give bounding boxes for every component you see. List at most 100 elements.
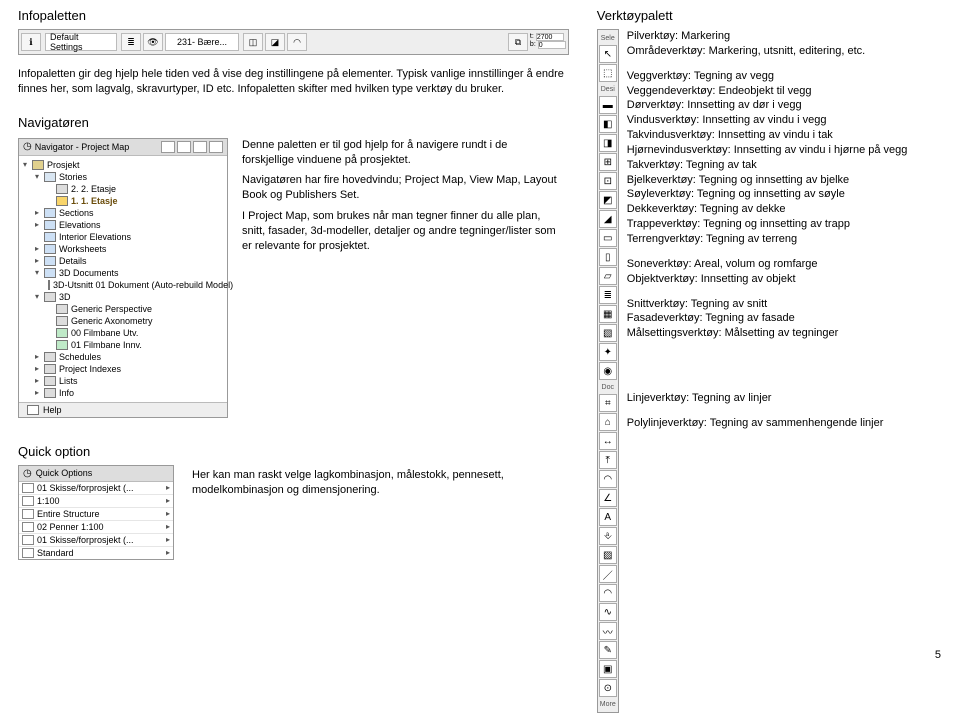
tree-item[interactable]: Project Indexes [21,363,225,375]
tree-caret-icon[interactable] [33,376,41,385]
tree-caret-icon[interactable] [33,172,41,181]
tree-node-label: Worksheets [59,244,106,254]
tree-caret-icon[interactable] [33,256,41,265]
mesh-tool-icon[interactable]: ▦ [599,305,617,323]
tree-item[interactable]: Info [21,387,225,399]
layer-select[interactable]: 231- Bære... [165,33,239,51]
arc-tool-icon[interactable]: ◠ [599,584,617,602]
stair-tool-icon[interactable]: ≣ [599,286,617,304]
elevation-tool-icon[interactable]: ⌂ [599,413,617,431]
info-icon[interactable]: ℹ [21,33,41,51]
draw-tool-icon[interactable]: ✎ [599,641,617,659]
tree-item[interactable]: 3D Documents [21,267,225,279]
nav-tab-publisher-icon[interactable] [209,141,223,153]
navigator-panel-title: Navigator - Project Map [32,142,161,152]
dimension-tool-icon[interactable]: ↔ [599,432,617,450]
tree-node-label: 1. 1. Etasje [71,196,118,206]
column-tool-icon[interactable]: ▯ [599,248,617,266]
tree-caret-icon[interactable] [21,160,29,169]
tree-item[interactable]: Schedules [21,351,225,363]
beam-tool-icon[interactable]: ▭ [599,229,617,247]
tree-item[interactable]: Interior Elevations [21,231,225,243]
tree-item[interactable]: Sections [21,207,225,219]
nav-tab-viewmap-icon[interactable] [177,141,191,153]
label-tool-icon[interactable]: ⎀ [599,527,617,545]
door-tool-icon[interactable]: ◨ [599,134,617,152]
arrow-tool-icon[interactable]: ↖ [599,45,617,63]
hot-tool-icon[interactable]: ⊙ [599,679,617,697]
default-settings-label[interactable]: Default Settings [45,33,117,51]
section-tool-icon[interactable]: ⌗ [599,394,617,412]
object-tool-icon[interactable]: ✦ [599,343,617,361]
fig-tool-icon[interactable]: ▣ [599,660,617,678]
tree-caret-icon[interactable] [33,220,41,229]
lamp-tool-icon[interactable]: ◉ [599,362,617,380]
spline-tool-icon[interactable]: 〰 [599,622,617,640]
arc-icon[interactable]: ◠ [287,33,307,51]
text-tool-icon[interactable]: A [599,508,617,526]
nav-help-label[interactable]: Help [43,405,62,415]
tree-caret-icon[interactable] [33,364,41,373]
level-tool-icon[interactable]: ⤒ [599,451,617,469]
quick-option-row[interactable]: 01 Skisse/forprosjekt (...▸ [19,534,173,547]
tree-item[interactable]: Worksheets [21,243,225,255]
tree-item[interactable]: 2. 2. Etasje [21,183,225,195]
tree-item[interactable]: Prosjekt [21,159,225,171]
tree-item[interactable]: 01 Filmbane Innv. [21,339,225,351]
tree-caret-icon[interactable] [33,244,41,253]
tree-item[interactable]: Generic Axonometry [21,315,225,327]
tree-item[interactable]: 3D [21,291,225,303]
tool-section-label[interactable]: Doc [599,381,617,393]
tree-node-label: 3D [59,292,71,302]
slab-tool-icon[interactable]: ▱ [599,267,617,285]
tree-item[interactable]: Generic Perspective [21,303,225,315]
chevron-right-icon: ▸ [166,548,170,557]
tree-item[interactable]: Stories [21,171,225,183]
fill-tool-icon[interactable]: ▨ [599,546,617,564]
geometry-icon[interactable]: ◫ [243,33,263,51]
quick-option-row[interactable]: Standard▸ [19,547,173,559]
tree-item[interactable]: Elevations [21,219,225,231]
tree-caret-icon[interactable] [33,388,41,397]
wall-tool-icon[interactable]: ▬ [599,96,617,114]
quick-row-icon [22,548,34,558]
construct-icon[interactable]: ◪ [265,33,285,51]
tree-item[interactable]: 00 Filmbane Utv. [21,327,225,339]
quick-option-row[interactable]: Entire Structure▸ [19,508,173,521]
angle-tool-icon[interactable]: ∠ [599,489,617,507]
field-b[interactable] [538,41,566,49]
quick-option-row[interactable]: 02 Penner 1:100▸ [19,521,173,534]
nav-tab-layoutbook-icon[interactable] [193,141,207,153]
tree-item[interactable]: 1. 1. Etasje [21,195,225,207]
marquee-tool-icon[interactable]: ⬚ [599,64,617,82]
line-tool-icon[interactable]: ／ [599,565,617,583]
field-t[interactable] [536,33,564,41]
tree-caret-icon[interactable] [33,352,41,361]
tool-desc-line: Objektverktøy: Innsetting av objekt [627,272,908,287]
tree-node-icon [44,352,56,362]
roofwindow-tool-icon[interactable]: ⊡ [599,172,617,190]
eye-icon[interactable]: 👁 [143,33,163,51]
tool-desc-line: Pilverktøy: Markering [627,29,908,44]
quick-option-row[interactable]: 1:100▸ [19,495,173,508]
tree-caret-icon[interactable] [33,268,41,277]
nav-tab-projectmap-icon[interactable] [161,141,175,153]
floor-icon[interactable]: ⧉ [508,33,528,51]
tree-caret-icon[interactable] [33,208,41,217]
window-tool-icon[interactable]: ⊞ [599,153,617,171]
zone-tool-icon[interactable]: ▧ [599,324,617,342]
tool-section-label[interactable]: More [599,698,617,710]
tool-section-label[interactable]: Sele [599,32,617,44]
poly-tool-icon[interactable]: ∿ [599,603,617,621]
quick-option-row[interactable]: 01 Skisse/forprosjekt (...▸ [19,482,173,495]
tool-section-label[interactable]: Desi [599,83,617,95]
cornerwindow-tool-icon[interactable]: ◩ [599,191,617,209]
tree-caret-icon[interactable] [33,292,41,301]
wallend-tool-icon[interactable]: ◧ [599,115,617,133]
radial-tool-icon[interactable]: ◠ [599,470,617,488]
layer-icon[interactable]: ≣ [121,33,141,51]
tree-item[interactable]: Details [21,255,225,267]
tree-item[interactable]: Lists [21,375,225,387]
roof-tool-icon[interactable]: ◢ [599,210,617,228]
tree-item[interactable]: 3D-Utsnitt 01 Dokument (Auto-rebuild Mod… [21,279,225,291]
